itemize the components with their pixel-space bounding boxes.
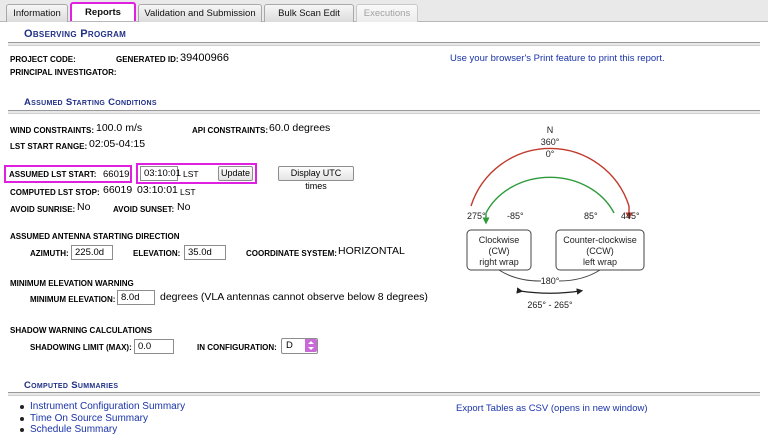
shadowing-limit-input[interactable]: 0.0 [134, 339, 174, 354]
tab-bulk-scan-edit[interactable]: Bulk Scan Edit [264, 4, 354, 22]
avoid-sunrise-label: Avoid sunrise: [10, 205, 76, 214]
azimuth-input[interactable]: 225.0d [71, 245, 113, 260]
starting-conditions-title: Assumed Starting Conditions [24, 97, 157, 108]
tab-information[interactable]: Information [6, 4, 68, 22]
assumed-lst-start-label: Assumed LST start: [9, 170, 97, 179]
select-arrows-icon [305, 339, 317, 352]
principal-investigator-label: Principal Investigator: [10, 68, 117, 77]
north-label: N [547, 125, 554, 135]
bottom-double-arrow [516, 287, 584, 295]
ccw-line1: Counter-clockwise [563, 235, 637, 245]
project-code-label: Project code: [10, 55, 76, 64]
computed-lst-stop-unit: LST [180, 187, 196, 197]
bottom-range-label: 265° - 265° [527, 300, 573, 310]
tab-validation-and-submission[interactable]: Validation and Submission [138, 4, 262, 22]
top-labels: N 360° 0° [541, 125, 560, 159]
computed-lst-stop-time: 03:10:01 [137, 184, 178, 196]
minimum-elevation-input[interactable]: 8.0d [117, 290, 155, 305]
tab-bar: Information Reports Validation and Submi… [0, 0, 768, 22]
avoid-sunrise-value: No [77, 201, 91, 213]
section-divider [8, 110, 760, 114]
lst-start-time-input[interactable]: 03:10:01 [140, 166, 181, 181]
computed-summaries-title: Computed Summaries [24, 380, 119, 391]
bottom-degree-180: 180° [541, 276, 560, 286]
schedule-summary-link[interactable]: Schedule Summary [18, 424, 185, 436]
antenna-wrap-diagram: N 360° 0° 275° -85° 85° 445° Clockwise (… [466, 125, 645, 310]
wind-constraints-value: 100.0 m/s [96, 122, 143, 134]
right-degree-85: 85° [584, 211, 598, 221]
configuration-select[interactable]: D [281, 338, 318, 354]
cw-line3: right wrap [479, 257, 519, 267]
minimum-elevation-label: Minimum elevation: [30, 295, 116, 304]
bottom-arc-right [558, 269, 601, 282]
observing-program-title: Observing Program [24, 28, 127, 40]
left-degree-minus-85: -85° [507, 211, 524, 221]
generated-id-label: Generated ID: [116, 55, 179, 64]
export-csv-link[interactable]: Export Tables as CSV (opens in new windo… [456, 403, 648, 414]
avoid-sunset-label: Avoid sunset: [113, 205, 175, 214]
lst-unit-label: LST [183, 169, 199, 179]
antenna-direction-title: Assumed antenna starting direction [10, 232, 180, 241]
instrument-configuration-summary-link[interactable]: Instrument Configuration Summary [18, 401, 185, 413]
api-constraints-value: 60.0 degrees [269, 122, 331, 134]
wind-constraints-label: Wind constraints: [10, 126, 94, 135]
assumed-lst-start-day: 66019 [103, 169, 130, 180]
cw-line1: Clockwise [479, 235, 520, 245]
lst-start-range-label: LST start range: [10, 142, 88, 151]
computed-lst-stop-label: Computed LST stop: [10, 188, 100, 197]
left-degree-275: 275° [467, 211, 486, 221]
display-utc-times-button[interactable]: Display UTC times [278, 166, 354, 191]
computed-lst-stop-day: 66019 [103, 184, 133, 196]
ccw-line3: left wrap [583, 257, 617, 267]
elevation-label: Elevation: [133, 249, 181, 258]
section-divider [8, 42, 760, 46]
top-degree-0: 0° [546, 149, 555, 159]
generated-id-value: 39400966 [180, 52, 229, 64]
shadow-warning-title: Shadow Warning Calculations [10, 326, 153, 335]
summaries-list: Instrument Configuration Summary Time On… [18, 401, 185, 436]
minimum-elevation-title: Minimum Elevation warning [10, 279, 134, 288]
avoid-sunset-value: No [177, 201, 191, 213]
print-note-link[interactable]: Use your browser's Print feature to prin… [450, 53, 665, 64]
tab-reports[interactable]: Reports [70, 2, 136, 21]
top-degree-360: 360° [541, 137, 560, 147]
coordinate-system-label: Coordinate system: [246, 249, 337, 258]
right-degree-445: 445° [621, 211, 640, 221]
shadowing-limit-label: Shadowing limit (max): [30, 343, 132, 352]
coordinate-system-value: HORIZONTAL [338, 245, 405, 257]
in-configuration-label: In configuration: [197, 343, 277, 352]
tab-executions: Executions [356, 4, 418, 22]
ccw-arc-green [485, 176, 615, 214]
update-button[interactable]: Update [218, 166, 253, 181]
ccw-line2: (CCW) [586, 246, 614, 256]
time-on-source-summary-link[interactable]: Time On Source Summary [18, 413, 185, 425]
bottom-arc-left [498, 269, 542, 282]
azimuth-label: Azimuth: [30, 249, 69, 258]
lst-start-range-value: 02:05-04:15 [89, 138, 146, 150]
minimum-elevation-note: degrees (VLA antennas cannot observe bel… [160, 291, 428, 303]
configuration-select-value: D [286, 340, 293, 351]
elevation-input[interactable]: 35.0d [184, 245, 226, 260]
api-constraints-label: API constraints: [192, 126, 268, 135]
cw-line2: (CW) [489, 246, 510, 256]
section-divider [8, 392, 760, 396]
